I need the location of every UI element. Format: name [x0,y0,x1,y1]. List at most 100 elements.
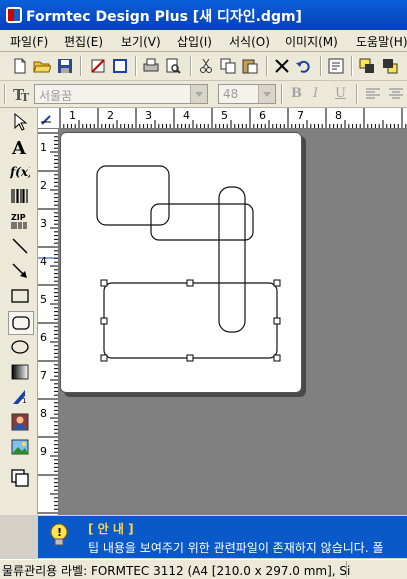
selection-handle[interactable] [186,279,194,287]
svg-text:!: ! [57,526,62,539]
status-bar: 물류관리용 라벨: FORMTEC 3112 (A4 [210.0 x 297.… [0,559,407,579]
toolbar-separator [281,84,283,104]
selection-handle[interactable] [273,279,281,287]
align-center-icon[interactable] [388,86,404,102]
send-back-icon[interactable] [381,57,399,75]
paste-icon[interactable] [241,57,259,75]
ruler-label: 6 [40,331,47,344]
rounded-rectangle-shape[interactable] [96,165,170,226]
menu-help[interactable]: 도움말(H) [356,33,407,50]
photo-tool-icon[interactable] [10,412,30,432]
menu-image[interactable]: 이미지(M) [285,33,338,50]
align-left-icon[interactable] [365,86,381,102]
open-folder-icon[interactable] [33,57,51,75]
paper-drawing [96,165,281,362]
print-preview-icon[interactable] [164,57,182,75]
cut-icon[interactable] [197,57,215,75]
font-type-icon: TT [13,86,30,103]
menu-insert[interactable]: 삽입(I) [177,33,212,50]
svg-text:ZIP: ZIP [11,213,26,222]
selection-handle[interactable] [100,354,108,362]
properties-icon[interactable] [327,57,345,75]
ruler-label: 3 [40,217,47,230]
title-bar[interactable]: Formtec Design Plus [새 디자인.dgm] [0,0,407,30]
page-setup-icon[interactable] [89,57,107,75]
toolbar-separator [135,56,137,76]
zip-tool-icon[interactable]: ZIP [10,211,30,231]
arrow-tool-icon[interactable] [10,261,30,281]
formula-tool-icon[interactable]: f(x) [10,161,30,181]
font-name-combo[interactable]: 서울꿈 [34,84,208,104]
image-tool-icon[interactable] [10,437,30,457]
bold-button[interactable]: B [291,86,302,101]
selection-handle[interactable] [273,317,281,325]
gradient-tool-icon[interactable] [10,362,30,382]
format-toolbar: TT 서울꿈 48 B I U [0,81,407,108]
menu-view[interactable]: 보기(V) [121,33,161,50]
selection-handle[interactable] [100,279,108,287]
app-icon[interactable] [6,7,22,23]
font-size-combo[interactable]: 48 [218,84,276,104]
copy-icon[interactable] [219,57,237,75]
barcode-tool-icon[interactable] [10,186,30,206]
menu-file[interactable]: 파일(F) [10,33,48,50]
ruler-label: 7 [297,109,304,122]
svg-text:A: A [11,138,27,157]
italic-button[interactable]: I [313,86,318,101]
font-name-value: 서울꿈 [39,89,73,103]
selection-handle[interactable] [273,354,281,362]
label-paper[interactable] [60,132,302,393]
chevron-down-icon[interactable] [258,85,275,103]
status-text: 물류관리용 라벨: FORMTEC 3112 (A4 [210.0 x 297.… [2,564,351,578]
selection-handle[interactable] [100,317,108,325]
toolbar-separator [320,56,322,76]
text-tool-icon[interactable]: A [10,137,30,157]
standard-toolbar [0,52,407,81]
underline-button[interactable]: U [335,86,346,101]
rounded-rectangle-tool-icon [12,316,30,330]
ellipse-tool-icon[interactable] [10,337,30,357]
svg-text:1: 1 [22,397,26,405]
tip-panel: ! [ 안 내 ] 팁 내용을 보여주기 위한 관련파일이 존재하지 않습니다.… [38,516,407,558]
toolbar-separator [266,56,268,76]
ruler-label: 5 [40,293,47,306]
frame-icon[interactable] [111,57,129,75]
rounded-rectangle-tool[interactable] [8,311,34,335]
toolbar-separator [356,84,358,104]
rectangle-tool-icon[interactable] [10,286,30,306]
svg-text:T: T [21,91,30,103]
ruler-label: 6 [259,109,266,122]
menu-format[interactable]: 서식(O) [229,33,270,50]
ruler-label: 5 [221,109,228,122]
vertical-ruler: 1 2 3 4 5 6 7 8 9 [38,129,59,515]
new-file-icon[interactable] [11,57,29,75]
ruler-label: 1 [40,141,47,154]
selected-rounded-rectangle-shape[interactable] [103,282,278,359]
window-title: Formtec Design Plus [새 디자인.dgm] [26,9,302,25]
ruler-label: 8 [335,109,342,122]
ruler-label: 7 [40,369,47,382]
toolbar-grip [4,84,6,104]
rounded-rectangle-shape[interactable] [218,186,246,333]
chevron-down-icon[interactable] [190,85,207,103]
undo-icon[interactable] [295,57,313,75]
design-canvas[interactable] [59,129,407,515]
selection-handle[interactable] [186,354,194,362]
ruler-label: 3 [145,109,152,122]
pointer-tool-icon[interactable] [10,112,30,132]
save-icon[interactable] [56,57,74,75]
delete-icon[interactable] [273,57,291,75]
lightbulb-icon: ! [50,523,68,546]
ruler-label: 2 [40,179,47,192]
toolbar-separator [351,56,353,76]
group-tool-icon[interactable] [10,468,30,488]
tool-palette: A f(x) ZIP 1 [0,108,38,515]
ruler-label: 1 [69,109,76,122]
print-icon[interactable] [142,57,160,75]
menu-bar: 파일(F) 편집(E) 보기(V) 삽입(I) 서식(O) 이미지(M) 도움말… [0,30,407,52]
sequence-tool-icon[interactable]: 1 [10,387,30,407]
menu-edit[interactable]: 편집(E) [64,33,103,50]
bring-front-icon[interactable] [358,57,376,75]
line-tool-icon[interactable] [10,236,30,256]
svg-text:f(x): f(x) [10,165,30,179]
